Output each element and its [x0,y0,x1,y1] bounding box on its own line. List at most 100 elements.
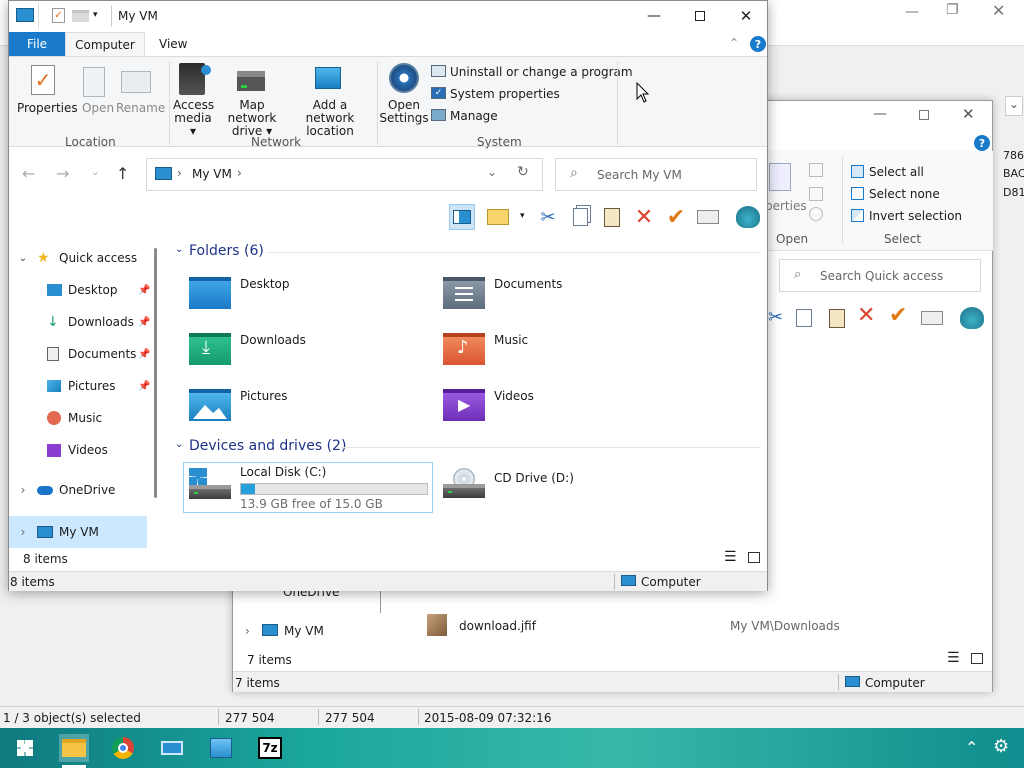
delete-icon[interactable]: ✕ [857,303,875,328]
folder-pictures[interactable]: Pictures [187,387,427,437]
address-bar[interactable]: › My VM › ⌄ ↻ [146,158,543,191]
cut-button[interactable]: ✂ [535,204,561,230]
rename-button[interactable] [695,204,721,230]
back-arrow-icon[interactable]: ← [22,164,35,183]
properties-icon[interactable] [769,163,791,191]
show-hidden-icons-icon[interactable]: ⌃ [965,738,978,757]
select-all-button[interactable]: Select all [869,165,924,179]
nav-videos[interactable]: Videos [47,434,159,466]
open-button[interactable]: Open [82,102,114,115]
add-network-location-button[interactable]: Add a network location [289,99,371,138]
copy-button[interactable] [567,204,593,230]
edit-icon[interactable] [809,187,823,201]
manage-button[interactable]: Manage [450,109,498,123]
help-icon[interactable]: ? [750,36,766,52]
paste-icon[interactable] [829,309,845,328]
shell-button[interactable] [735,204,761,230]
nav-onedrive[interactable]: › OneDrive [9,474,159,506]
properties-quick-icon[interactable]: ✓ [52,8,65,23]
properties-button[interactable]: Properties [17,102,78,115]
drive-d[interactable]: CD Drive (D:) [441,462,691,513]
help-icon[interactable]: ? [974,135,990,151]
open-settings-button[interactable]: Open Settings [379,99,429,125]
checkmark-icon[interactable]: ✔ [889,303,907,328]
apply-button[interactable]: ✔ [663,204,689,230]
folder-videos[interactable]: ▶ Videos [441,387,681,437]
breadcrumb-my-vm[interactable]: My VM [192,167,232,181]
quick-access-toolbar-dropdown-icon[interactable]: ▾ [93,10,98,20]
nav-my-vm[interactable]: My VM [284,624,324,638]
address-dropdown-icon[interactable]: ⌄ [487,165,497,179]
pin-icon[interactable]: 📌 [138,317,150,328]
up-arrow-icon[interactable]: ↑ [116,164,129,183]
folder-desktop[interactable]: Desktop [187,275,427,325]
pin-icon[interactable]: 📌 [138,349,150,360]
history-icon[interactable] [809,207,823,221]
close-button[interactable]: ✕ [723,1,769,31]
gear-icon[interactable]: ⚙ [993,736,1009,757]
tab-view[interactable]: View [159,37,187,51]
rename-button[interactable]: Rename [116,102,165,115]
pin-icon[interactable]: 📌 [138,381,150,392]
large-icons-view-icon[interactable] [748,552,760,563]
search-input[interactable]: Search My VM [597,168,682,182]
tab-file[interactable]: File [9,32,65,56]
folders-section-header[interactable]: Folders (6) [189,243,264,259]
minimize-icon[interactable]: — [873,106,887,122]
folder-documents[interactable]: Documents [441,275,681,325]
details-view-icon[interactable]: ☰ [724,549,737,565]
chevron-down-icon[interactable]: ⌄ [175,244,183,255]
close-icon[interactable]: ✕ [992,1,1005,20]
properties-button[interactable]: perties [765,199,807,213]
minimize-button[interactable]: — [631,1,677,31]
nav-my-vm[interactable]: › My VM [9,516,147,548]
pin-icon[interactable]: 📌 [138,285,150,296]
nav-downloads[interactable]: ↓ Downloads 📌 [47,306,159,338]
preview-pane-button[interactable] [449,204,475,230]
large-icons-view-icon[interactable] [971,653,983,664]
chevron-down-icon[interactable]: ⌄ [9,253,37,264]
start-button[interactable] [10,734,40,762]
nav-documents[interactable]: Documents 📌 [47,338,159,370]
minimize-icon[interactable]: — [905,4,919,20]
drive-c[interactable]: Local Disk (C:) 13.9 GB free of 15.0 GB [183,462,433,513]
tab-computer[interactable]: Computer [65,32,145,57]
chevron-down-icon[interactable]: ⌄ [175,439,183,450]
chevron-down-icon[interactable]: ⌄ [1005,96,1023,116]
access-media-button[interactable]: Access media ▾ [173,99,214,138]
taskbar-7zip[interactable]: 7z [255,734,285,762]
nav-quick-access[interactable]: ⌄ ★ Quick access [9,242,159,274]
folder-music[interactable]: ♪ Music [441,331,681,381]
shell-icon[interactable] [960,307,984,329]
open-icon[interactable] [809,163,823,177]
search-box[interactable]: ⌕ Search Quick access [779,259,981,292]
search-input[interactable]: Search Quick access [820,269,943,283]
system-properties-button[interactable]: System properties [450,87,560,101]
taskbar-app-3[interactable] [157,734,187,762]
search-box[interactable]: ⌕ Search My VM [555,158,757,191]
new-folder-icon[interactable] [72,10,89,22]
maximize-button[interactable] [677,1,723,31]
chevron-right-icon[interactable]: › [245,624,250,638]
paste-button[interactable] [599,204,625,230]
drives-section-header[interactable]: Devices and drives (2) [189,438,346,454]
delete-button[interactable]: ✕ [631,204,657,230]
taskbar-file-explorer[interactable] [59,734,89,762]
close-icon[interactable]: ✕ [962,105,975,123]
nav-pictures[interactable]: Pictures 📌 [47,370,159,402]
refresh-icon[interactable]: ↻ [517,164,529,180]
folder-downloads[interactable]: ⤓ Downloads [187,331,427,381]
navigation-scrollbar[interactable] [154,248,157,498]
taskbar-app-4[interactable] [206,734,236,762]
chevron-right-icon[interactable]: › [9,525,37,539]
forward-arrow-icon[interactable]: → [56,164,69,183]
collapse-ribbon-icon[interactable]: ⌃ [729,36,739,50]
file-name[interactable]: download.jfif [459,619,536,633]
copy-icon[interactable] [796,309,812,327]
nav-desktop[interactable]: Desktop 📌 [47,274,159,306]
select-none-button[interactable]: Select none [869,187,940,201]
rename-field-icon[interactable] [921,311,943,325]
select-mode-button[interactable] [485,204,511,230]
map-network-drive-button[interactable]: Map network drive ▾ [217,99,287,138]
chevron-right-icon[interactable]: › [9,483,37,497]
